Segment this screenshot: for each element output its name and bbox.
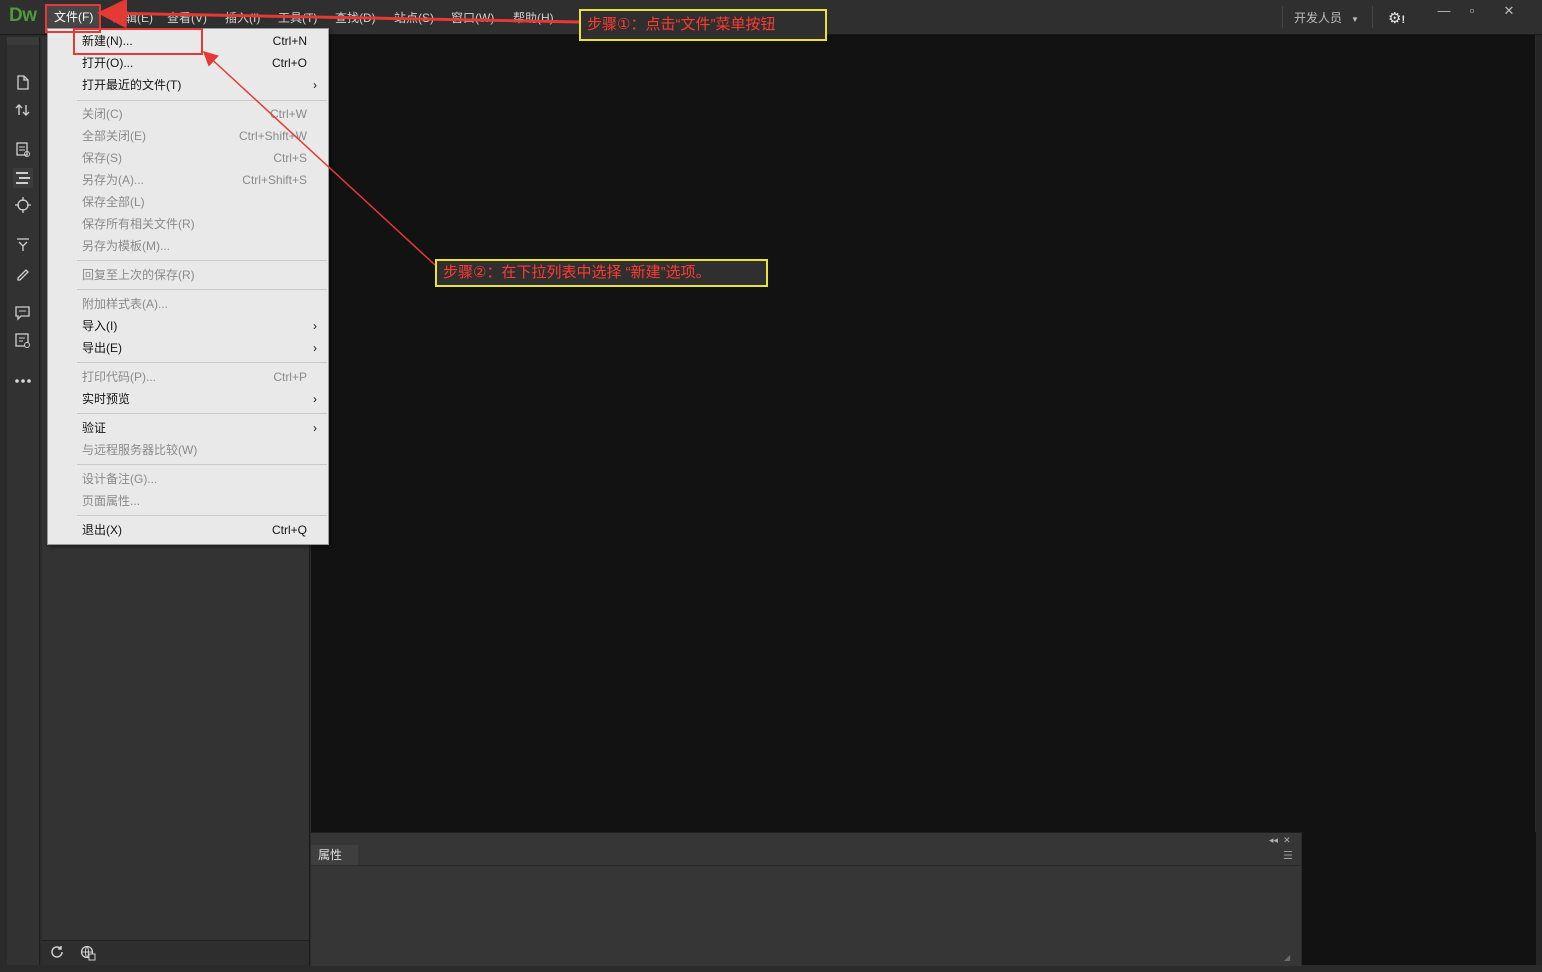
menu-item-open[interactable]: 打开(O)... Ctrl+O (48, 53, 328, 73)
workspace-label: 开发人员 (1294, 11, 1343, 25)
right-panel-edge (1536, 35, 1542, 965)
annotation-step1: 步骤①：点击“文件”菜单按钮 (579, 9, 827, 41)
app-logo: Dw (9, 5, 37, 26)
file-transfer-icon[interactable] (13, 100, 33, 120)
menu-separator (77, 464, 327, 465)
panel-menu-icon[interactable]: ☰ (1283, 849, 1293, 862)
menu-item-revert: 回复至上次的保存(R) (82, 268, 195, 282)
tab-properties[interactable]: 属性 (311, 845, 358, 865)
menu-view[interactable]: 查看(V) (167, 10, 207, 26)
menu-insert[interactable]: 插入(I) (225, 10, 260, 26)
menu-item-validate[interactable]: 验证 › (48, 418, 328, 438)
menu-item-attach-stylesheet: 附加样式表(A)... (82, 297, 168, 311)
menu-separator (77, 413, 327, 414)
more-icon[interactable] (13, 371, 33, 391)
menu-item-save-as-template: 另存为模板(M)... (82, 239, 170, 253)
divider (1372, 6, 1373, 28)
menu-find[interactable]: 查找(D) (335, 10, 376, 26)
chevron-right-icon: › (313, 392, 317, 406)
document-window[interactable] (311, 35, 1535, 832)
dom-tree-icon[interactable] (13, 168, 33, 188)
refresh-icon[interactable] (50, 945, 64, 962)
panel-controls: ◂◂ ✕ (1269, 835, 1291, 846)
gear-icon: ⚙ (1388, 10, 1402, 27)
document-window-lower (1302, 832, 1536, 965)
menu-item-exit[interactable]: 退出(X) Ctrl+Q (48, 520, 328, 540)
menu-item-compare-remote: 与远程服务器比较(W) (82, 443, 198, 457)
format-icon[interactable] (13, 263, 33, 283)
menu-separator (77, 289, 327, 290)
collapse-icon[interactable]: ◂◂ (1269, 835, 1278, 845)
menu-item-export[interactable]: 导出(E) › (48, 338, 328, 358)
code-hint-icon[interactable] (13, 331, 33, 351)
properties-panel: ◂◂ ✕ 属性 ☰ ◢ (311, 832, 1301, 966)
minimize-icon[interactable]: — (1434, 3, 1454, 18)
chevron-right-icon: › (313, 78, 317, 92)
annotation-step2: 步骤②：在下拉列表中选择 “新建”选项。 (435, 259, 768, 287)
file-menu-dropdown: 新建(N)... Ctrl+N 打开(O)... Ctrl+O 打开最近的文件(T)… (47, 28, 329, 545)
menu-help[interactable]: 帮助(H) (513, 10, 554, 26)
menu-site[interactable]: 站点(S) (394, 10, 434, 26)
chevron-right-icon: › (313, 341, 317, 355)
menu-item-save: 保存(S) Ctrl+S (82, 151, 307, 165)
left-toolbar (7, 37, 40, 965)
menu-item-close: 关闭(C) Ctrl+W (82, 107, 307, 121)
menu-separator (77, 260, 327, 261)
menu-edit[interactable]: 编辑(E) (113, 10, 153, 26)
comment-icon[interactable] (13, 303, 33, 323)
menu-item-save-as: 另存为(A)... Ctrl+Shift+S (82, 173, 307, 187)
toolbar-grip[interactable] (7, 37, 39, 45)
live-view-icon[interactable] (13, 140, 33, 160)
highlight-new-item (73, 28, 203, 55)
menu-item-open-recent[interactable]: 打开最近的文件(T) › (48, 75, 328, 95)
menu-item-live-preview[interactable]: 实时预览 › (48, 389, 328, 409)
menu-item-design-notes: 设计备注(G)... (82, 472, 158, 486)
sync-settings-button[interactable]: ⚙! (1388, 9, 1405, 27)
alert-mark: ! (1401, 14, 1406, 26)
menu-tools[interactable]: 工具(T) (278, 10, 317, 26)
close-icon[interactable]: ✕ (1499, 3, 1519, 19)
menu-item-save-related: 保存所有相关文件(R) (82, 217, 195, 231)
menu-item-print-code: 打印代码(P)... Ctrl+P (82, 370, 307, 384)
panel-close-icon[interactable]: ✕ (1283, 835, 1291, 845)
workspace-switcher[interactable]: 开发人员 ▼ (1294, 9, 1359, 26)
globe-icon[interactable] (80, 945, 96, 964)
expand-icon[interactable] (13, 234, 33, 254)
menu-separator (77, 362, 327, 363)
menu-item-save-all: 保存全部(L) (82, 195, 145, 209)
divider (311, 865, 1301, 866)
menu-separator (77, 100, 327, 101)
chevron-down-icon: ▼ (1351, 15, 1359, 24)
panel-footer (42, 940, 309, 965)
menu-item-page-properties: 页面属性... (82, 494, 141, 508)
menu-separator (77, 515, 327, 516)
menu-item-close-all: 全部关闭(E) Ctrl+Shift+W (82, 129, 307, 143)
new-file-icon[interactable] (13, 72, 33, 92)
maximize-icon[interactable]: ▫ (1462, 3, 1482, 18)
divider (1282, 6, 1283, 28)
chevron-right-icon: › (313, 421, 317, 435)
menu-item-import[interactable]: 导入(I) › (48, 316, 328, 336)
chevron-right-icon: › (313, 319, 317, 333)
resize-grip-icon[interactable]: ◢ (1284, 953, 1290, 962)
inspect-icon[interactable] (13, 195, 33, 215)
menu-window[interactable]: 窗口(W) (451, 10, 494, 26)
